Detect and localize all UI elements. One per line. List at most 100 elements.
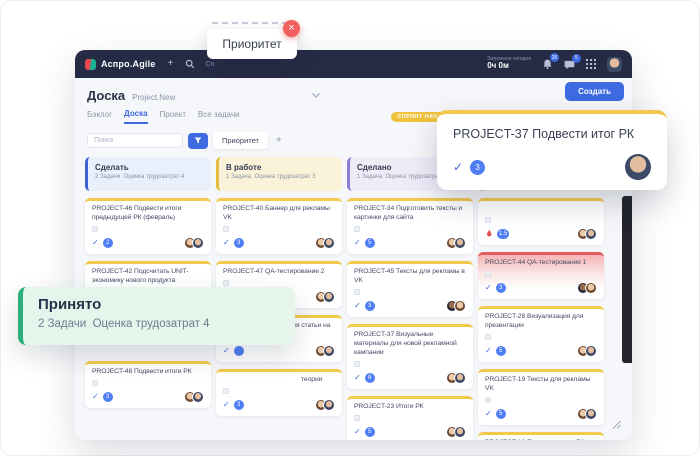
add-filter-icon[interactable]: + (276, 135, 282, 146)
search-icon[interactable] (185, 59, 195, 69)
card-title: PROJECT-28 Визуализация для презентации (485, 313, 584, 329)
avatar (454, 371, 466, 384)
card-tag-icon (485, 333, 491, 340)
notifications-count-badge: 26 (550, 53, 559, 62)
done-check-icon: ✓ (485, 408, 492, 418)
card-tag-icon (92, 379, 98, 386)
navbar-right: Затрачено сегодня 0ч 0м 26 5 (487, 53, 622, 72)
card-tag-icon (223, 279, 229, 286)
kanban-card[interactable]: PROJECT-44 QA-тестирование 1 ✓ 3 (478, 252, 604, 299)
assignee-avatars (315, 236, 335, 249)
card-title: PROJECT-16 Подвести итоги РК (485, 439, 597, 440)
card-footer: ✓ 3 (485, 282, 597, 294)
avatar (192, 390, 204, 403)
card-tag-icon (354, 414, 360, 421)
card-tag-icon (223, 225, 229, 232)
assignee-avatars (446, 425, 466, 438)
accepted-title: Принято (38, 296, 102, 313)
scrollbar-thumb[interactable] (622, 196, 632, 363)
estimate-badge: 3 (364, 300, 375, 311)
funnel-icon (194, 137, 202, 144)
search-input[interactable] (87, 133, 183, 148)
card-title (485, 205, 597, 214)
assignee-avatars (315, 344, 335, 357)
chevron-down-icon[interactable] (312, 93, 321, 98)
kanban-card[interactable]: PROJECT-19 Тексты для рекламы VK ✓ 5 (478, 368, 604, 425)
kanban-card[interactable]: теории ✓ 3 (216, 368, 342, 416)
notifications-button[interactable]: 26 (542, 53, 559, 70)
card-footer: ✓ 5 (354, 236, 466, 249)
tab-board[interactable]: Доска (124, 109, 148, 124)
brand-name: Аспро.Agile (101, 59, 156, 69)
estimate-badge: 3 (233, 399, 244, 410)
add-icon[interactable]: + (168, 59, 174, 69)
task-preview-card[interactable]: PROJECT-37 Подвести итог РК ✓ 3 (437, 110, 667, 190)
priority-tooltip-label: Приоритет (222, 37, 282, 51)
app-logo-icon (85, 58, 96, 70)
card-footer: ✓ 3 (92, 390, 204, 403)
estimate-badge: 5 (495, 345, 506, 356)
project-selector[interactable]: Project.New (132, 93, 175, 102)
messages-button[interactable]: 5 (564, 53, 581, 70)
close-icon[interactable]: × (283, 20, 300, 37)
card-tag-icon (485, 271, 491, 277)
resize-grip-icon[interactable] (611, 419, 622, 430)
nav-menu-item[interactable]: Сп (205, 61, 214, 68)
user-avatar[interactable] (607, 56, 622, 72)
estimate-badge: 5 (495, 408, 506, 419)
kanban-card[interactable]: PROJECT-48 Подвести итоги РК ✓ 3 (85, 360, 211, 408)
accepted-meta: 2 Задачи Оценка трудозатрат 4 (38, 318, 210, 330)
apps-grid-button[interactable] (586, 59, 596, 69)
estimate-badge: 3 (102, 391, 113, 402)
column-cards: 1.5 PROJECT-44 QA-тестирование 1 ✓ 3 PROJECT… (478, 198, 604, 440)
task-title: PROJECT-37 Подвести итог РК (453, 127, 635, 141)
fire-icon (485, 225, 493, 243)
estimate-badge: 1.5 (497, 229, 510, 239)
card-title: PROJECT-48 Подвести итоги РК (92, 367, 192, 375)
time-tracker: Затрачено сегодня 0ч 0м (487, 56, 531, 71)
estimate-badge: 3 (495, 283, 506, 293)
kanban-card[interactable]: PROJECT-16 Подвести итоги РК (478, 431, 604, 440)
card-title: PROJECT-45 Тексты для рекламы в VK (354, 267, 465, 284)
card-title: PROJECT-46 Подвести итоги предыдущей РК … (92, 205, 182, 221)
assignee-avatars (184, 236, 204, 249)
filter-button[interactable] (188, 132, 208, 149)
avatar (454, 236, 466, 249)
column-header[interactable]: Сделать 2 Задачи Оценка трудозатрат 4 (85, 157, 211, 191)
kanban-card[interactable]: PROJECT-28 Визуализация для презентации ✓… (478, 306, 604, 362)
assignee-avatars (315, 290, 335, 303)
assignee-avatars (315, 398, 335, 411)
top-navbar: Аспро.Agile + Сп Затрачено сегодня 0ч 0м… (75, 50, 632, 78)
tab-all-tasks[interactable]: Все задачи (198, 110, 240, 123)
avatar (192, 236, 204, 249)
priority-filter-chip[interactable]: Приоритет (213, 132, 268, 149)
kanban-card[interactable]: PROJECT-23 Итоги РК ✓ 5 (347, 395, 473, 440)
kanban-card[interactable]: 1.5 (478, 198, 604, 245)
done-check-icon: ✓ (223, 345, 230, 355)
tab-project[interactable]: Проект (160, 110, 186, 123)
column-meta: 2 Задачи Оценка трудозатрат 4 (95, 174, 185, 180)
kanban-card[interactable]: PROJECT-37 Визуальные материалы для ново… (347, 323, 473, 389)
kanban-card[interactable]: PROJECT-40 Баннер для рекламы VK ✓ 3 (216, 198, 342, 254)
card-tag-icon (354, 225, 360, 232)
board-column: Сделано 1 Задача Оценка трудозатрат PROJEC… (347, 157, 473, 440)
column-header[interactable]: В работе 1 Задача Оценка трудозатрат 3 (216, 157, 342, 191)
page-header: Доска Project.New (75, 78, 632, 103)
tab-backlog[interactable]: Бэклог (87, 110, 112, 123)
kanban-card[interactable]: PROJECT-34 Подготовить тексты и картинки… (347, 198, 473, 254)
avatar (323, 290, 335, 303)
done-check-icon: ✓ (223, 399, 230, 409)
time-tracker-value: 0ч 0м (487, 61, 509, 71)
card-footer: ✓ 3 (223, 236, 335, 249)
assignee-avatars (577, 344, 597, 357)
card-footer: ✓ 8 (354, 371, 466, 384)
kanban-card[interactable]: PROJECT-46 Подвести итоги предыдущей РК … (85, 198, 211, 254)
card-footer: ✓ 3 (354, 299, 466, 312)
messages-count-badge: 5 (572, 53, 581, 63)
board-column: 1.5 PROJECT-44 QA-тестирование 1 ✓ 3 PROJECT… (478, 157, 604, 440)
app-window: Аспро.Agile + Сп Затрачено сегодня 0ч 0м… (75, 50, 632, 440)
create-button[interactable]: Создать (565, 82, 624, 101)
card-title: PROJECT-37 Визуальные материалы для ново… (354, 330, 457, 356)
assignee-avatars (577, 407, 597, 420)
kanban-card[interactable]: PROJECT-45 Тексты для рекламы в VK ✓ 3 (347, 260, 473, 317)
